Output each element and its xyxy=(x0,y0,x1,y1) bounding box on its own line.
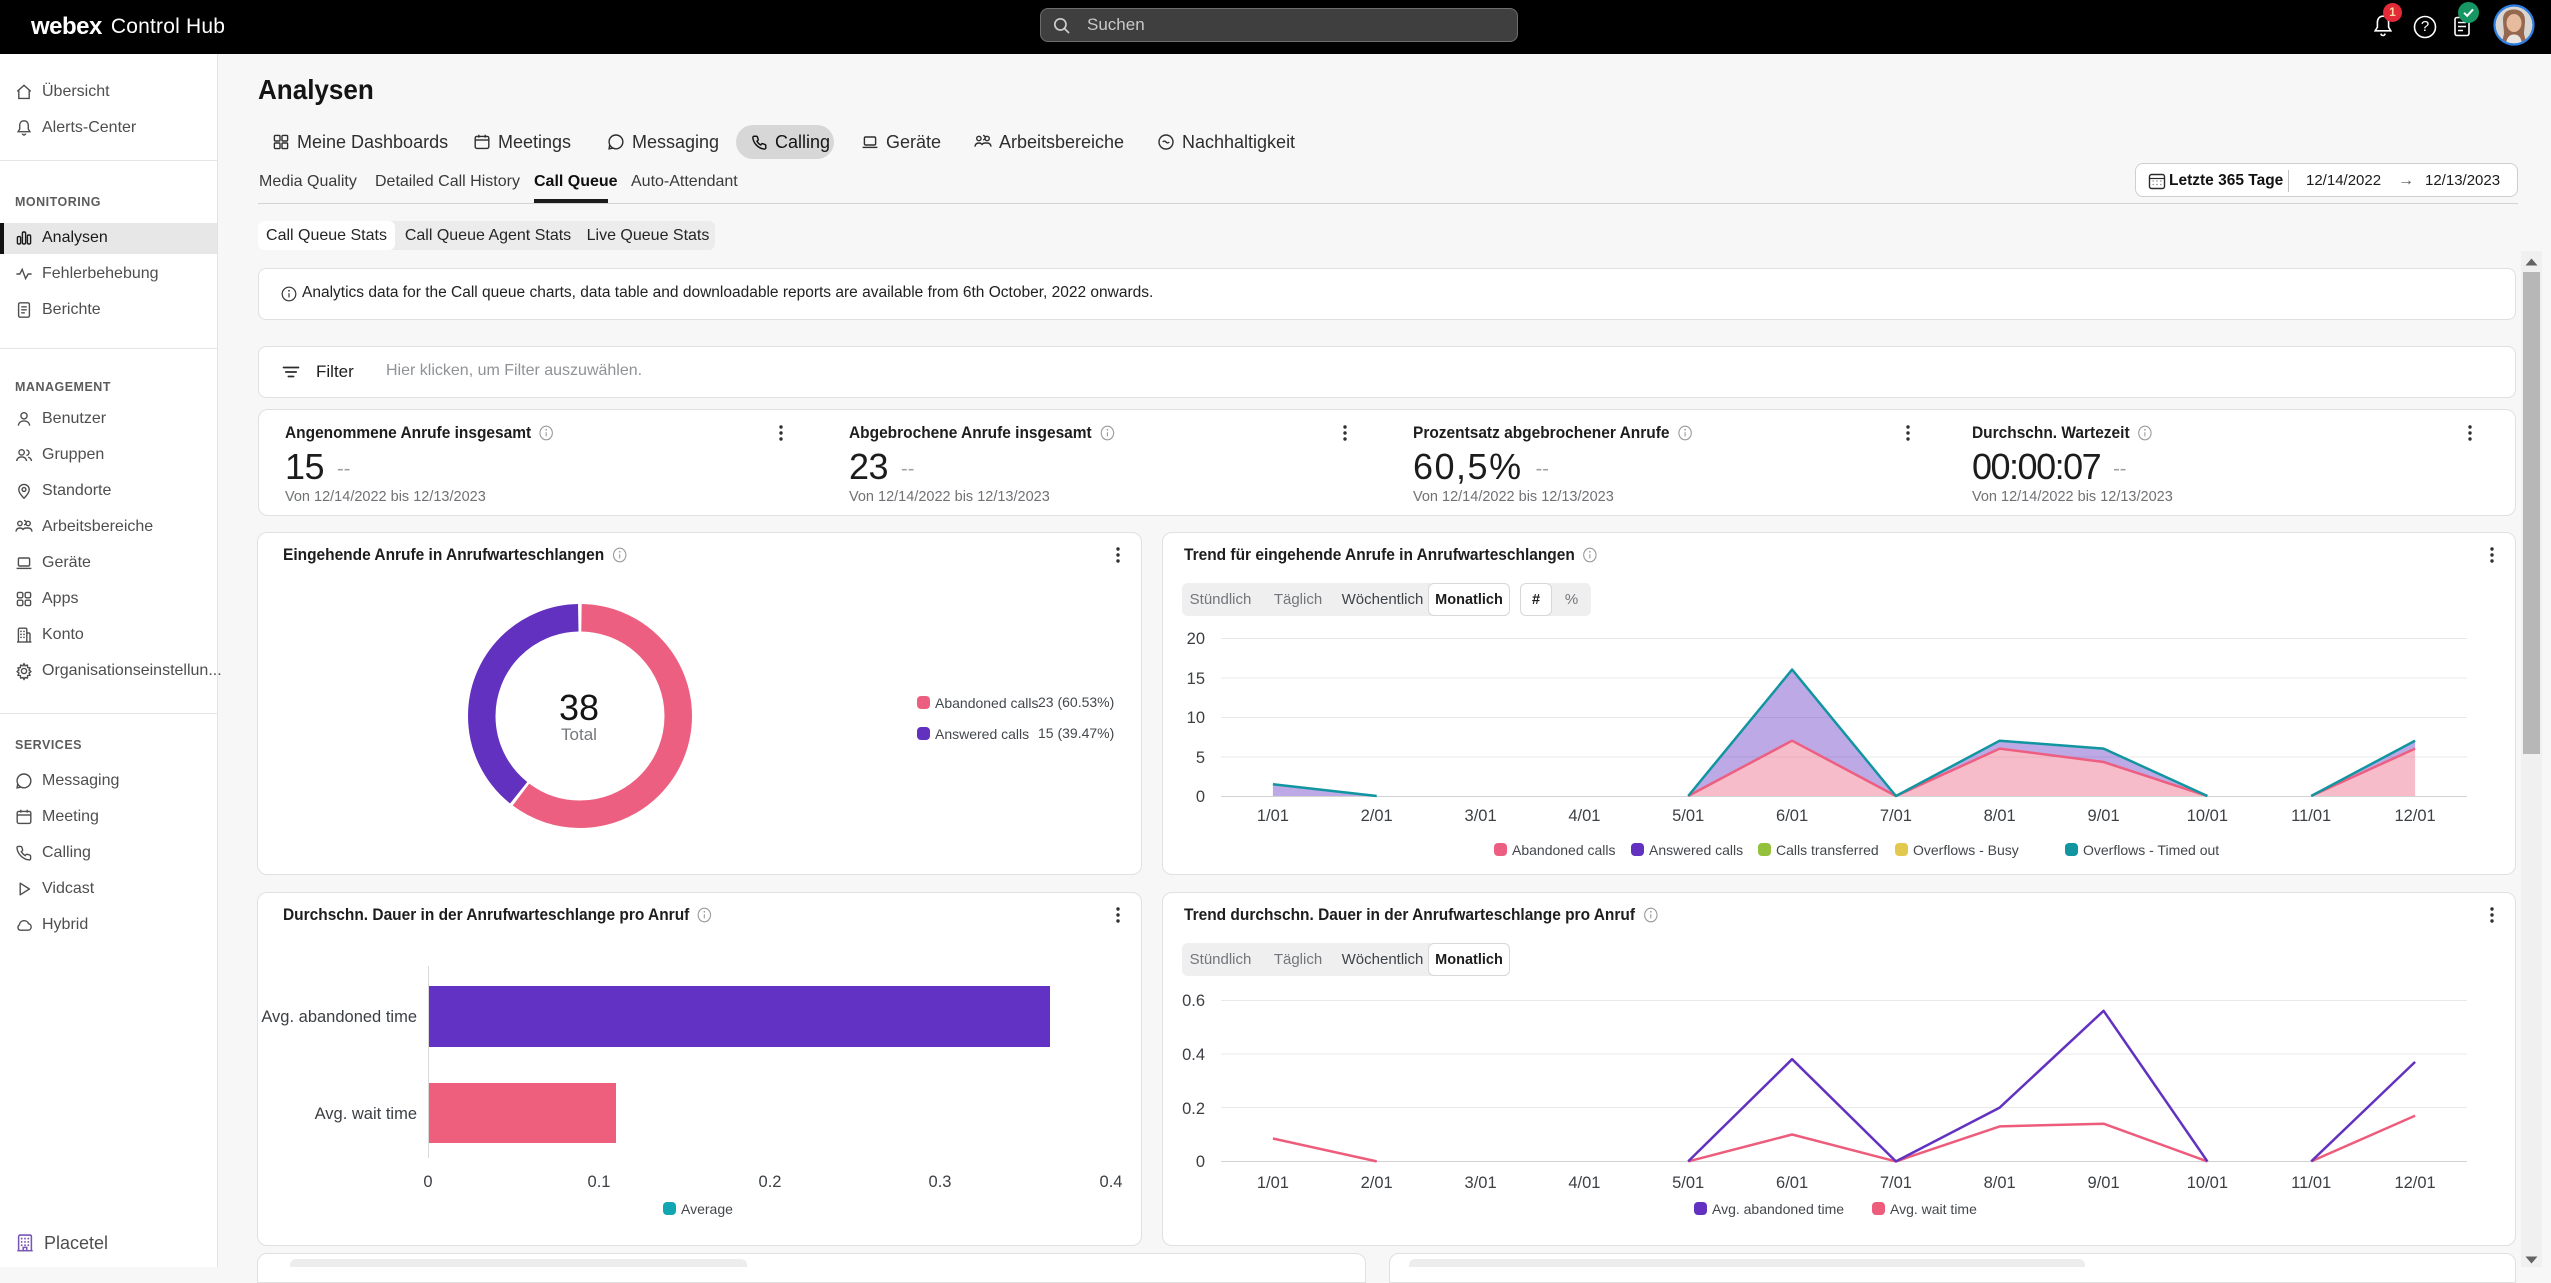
svg-text:11/01: 11/01 xyxy=(2291,1174,2331,1192)
svg-text:2/01: 2/01 xyxy=(1361,807,1393,825)
svg-text:4/01: 4/01 xyxy=(1568,1174,1600,1192)
svg-text:0.1: 0.1 xyxy=(588,1173,611,1191)
svg-text:15: 15 xyxy=(1187,670,1205,688)
svg-text:1/01: 1/01 xyxy=(1257,807,1289,825)
svg-text:Avg. abandoned time: Avg. abandoned time xyxy=(261,1008,417,1026)
svg-text:6/01: 6/01 xyxy=(1776,807,1808,825)
svg-text:2/01: 2/01 xyxy=(1361,1174,1393,1192)
svg-text:Avg. wait time: Avg. wait time xyxy=(315,1105,417,1123)
svg-text:10/01: 10/01 xyxy=(2187,1174,2228,1192)
svg-text:5/01: 5/01 xyxy=(1672,1174,1704,1192)
svg-text:38: 38 xyxy=(559,687,599,728)
svg-text:0: 0 xyxy=(1196,788,1205,806)
svg-text:5: 5 xyxy=(1196,749,1205,767)
svg-text:12/01: 12/01 xyxy=(2394,807,2435,825)
svg-text:4/01: 4/01 xyxy=(1568,807,1600,825)
svg-text:3/01: 3/01 xyxy=(1465,1174,1497,1192)
svg-text:5/01: 5/01 xyxy=(1672,807,1704,825)
svg-text:12/01: 12/01 xyxy=(2394,1174,2435,1192)
svg-text:8/01: 8/01 xyxy=(1984,807,2016,825)
svg-text:0.3: 0.3 xyxy=(929,1173,952,1191)
svg-text:11/01: 11/01 xyxy=(2291,807,2331,825)
svg-text:9/01: 9/01 xyxy=(2088,807,2120,825)
svg-text:6/01: 6/01 xyxy=(1776,1174,1808,1192)
svg-text:0: 0 xyxy=(423,1173,432,1191)
svg-text:10/01: 10/01 xyxy=(2187,807,2228,825)
svg-text:0.2: 0.2 xyxy=(1182,1100,1205,1118)
svg-text:0.2: 0.2 xyxy=(759,1173,782,1191)
svg-text:1/01: 1/01 xyxy=(1257,1174,1289,1192)
svg-text:10: 10 xyxy=(1187,709,1205,727)
svg-text:0.4: 0.4 xyxy=(1182,1046,1205,1064)
svg-text:0: 0 xyxy=(1196,1153,1205,1171)
svg-text:0.6: 0.6 xyxy=(1182,992,1205,1010)
svg-text:8/01: 8/01 xyxy=(1984,1174,2016,1192)
svg-text:0.4: 0.4 xyxy=(1100,1173,1123,1191)
svg-text:7/01: 7/01 xyxy=(1880,1174,1912,1192)
svg-text:7/01: 7/01 xyxy=(1880,807,1912,825)
svg-text:9/01: 9/01 xyxy=(2088,1174,2120,1192)
svg-text:Total: Total xyxy=(561,725,597,744)
svg-text:3/01: 3/01 xyxy=(1465,807,1497,825)
svg-text:20: 20 xyxy=(1187,630,1205,648)
